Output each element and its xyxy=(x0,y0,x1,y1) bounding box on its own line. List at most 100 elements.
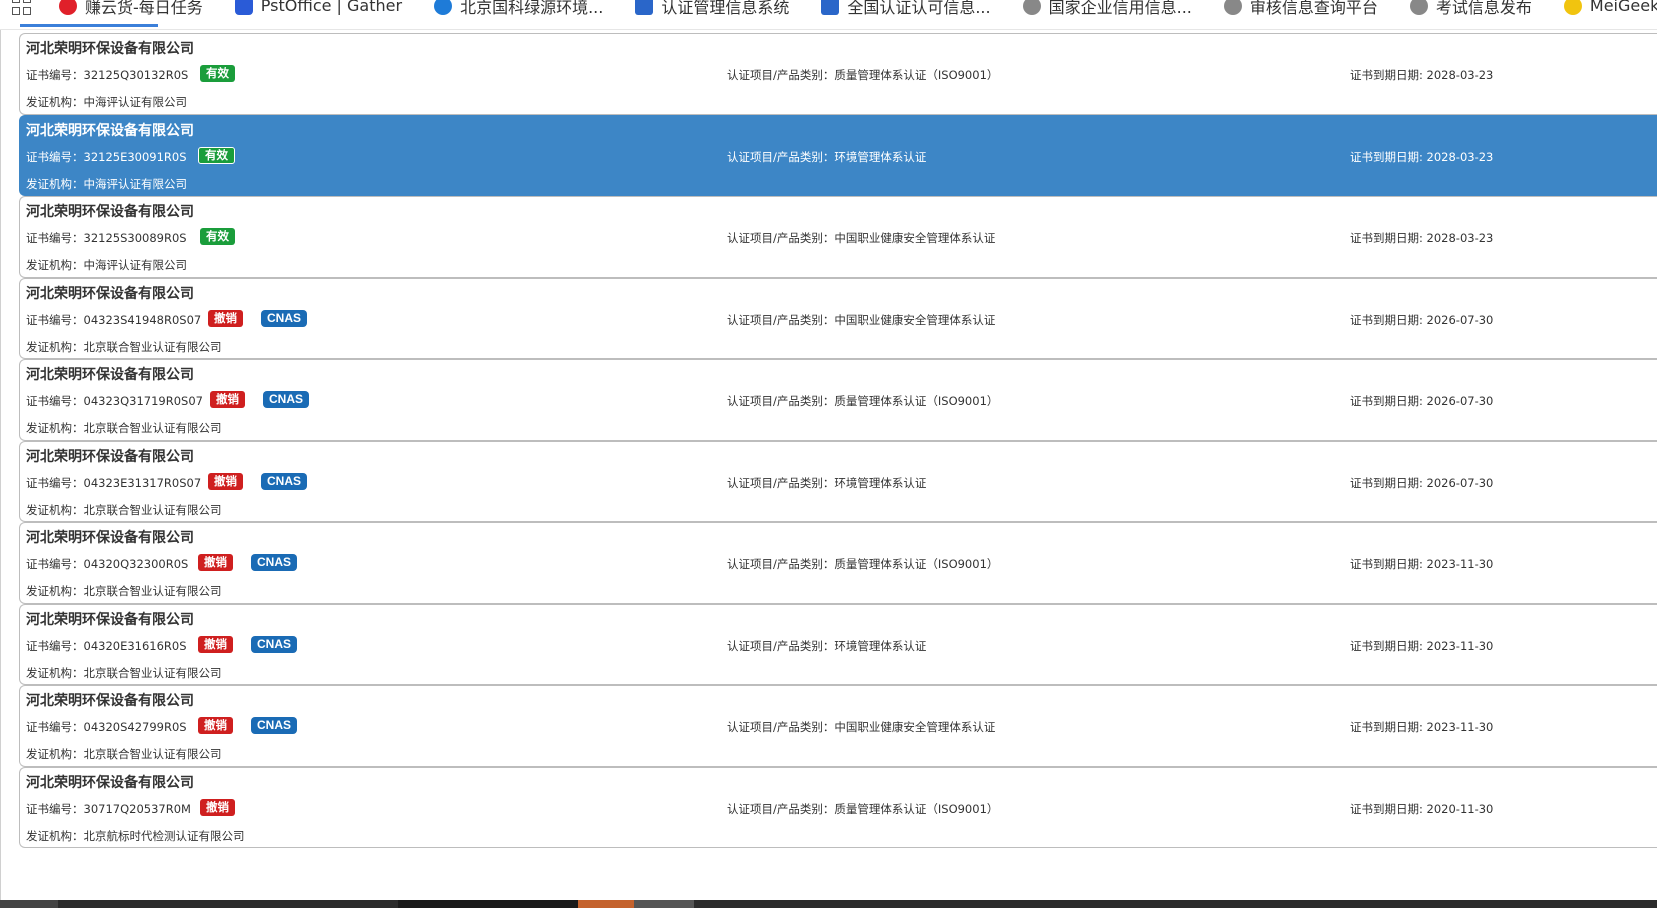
bookmark-label: 考试信息发布 xyxy=(1435,0,1532,17)
certificate-card[interactable]: 河北荣明环保设备有限公司 证书编号：04320E31616R0S 撤销 CNAS 认证项… xyxy=(19,603,1657,685)
taskbar xyxy=(0,900,1657,908)
certificate-number: 证书编号：04320Q32300R0S xyxy=(26,557,189,571)
certificate-card[interactable]: 河北荣明环保设备有限公司 证书编号：32125E30091R0S 有效 认证项目/产品… xyxy=(19,114,1657,196)
cnas-badge: CNAS xyxy=(261,309,308,327)
globe-icon xyxy=(1409,0,1428,15)
company-name: 河北荣明环保设备有限公司 xyxy=(26,122,194,139)
badge-group: 有效 xyxy=(198,146,235,164)
certificate-list: 河北荣明环保设备有限公司 证书编号：32125Q30132R0S 有效 认证项目/产品… xyxy=(19,33,1657,848)
certification-category: 认证项目/产品类别：环境管理体系认证 xyxy=(727,638,927,653)
expiry-date: 证书到期日期: 2028-03-23 xyxy=(1350,68,1494,82)
certification-category: 认证项目/产品类别：质量管理体系认证（ISO9001） xyxy=(727,557,999,571)
bookmark-item[interactable]: 审核信息查询平台 xyxy=(1223,0,1378,18)
badge-group: 撤销 CNAS xyxy=(210,391,310,408)
certification-category: 认证项目/产品类别：中国职业健康安全管理体系认证 xyxy=(727,231,996,245)
certificate-card[interactable]: 河北荣明环保设备有限公司 证书编号：04323E31317R0S07 撤销 CNAS 认… xyxy=(19,440,1657,522)
blue-app-icon xyxy=(234,0,253,15)
certificate-card[interactable]: 河北荣明环保设备有限公司 证书编号：04323Q31719R0S07 撤销 CNAS 认… xyxy=(19,359,1657,441)
badge-group: 有效 xyxy=(200,228,235,245)
cert-system-icon xyxy=(635,0,654,15)
certificate-card[interactable]: 河北荣明环保设备有限公司 证书编号：32125S30089R0S 有效 认证项目/产品… xyxy=(19,196,1657,278)
status-badge: 撤销 xyxy=(208,309,243,327)
expiry-date: 证书到期日期: 2023-11-30 xyxy=(1350,720,1494,734)
expiry-date: 证书到期日期: 2023-11-30 xyxy=(1350,557,1494,571)
certificate-card[interactable]: 河北荣明环保设备有限公司 证书编号：30717Q20537R0M 撤销 认证项目/产品… xyxy=(19,766,1657,848)
issuing-body: 发证机构：北京联合智业认证有限公司 xyxy=(26,502,222,517)
certificate-number: 证书编号：04323E31317R0S07 xyxy=(26,475,202,490)
certification-category: 认证项目/产品类别：质量管理体系认证（ISO9001） xyxy=(727,394,999,408)
company-name: 河北荣明环保设备有限公司 xyxy=(26,693,194,709)
bookmark-label: 北京国科绿源环境... xyxy=(460,0,604,17)
expiry-date: 证书到期日期: 2026-07-30 xyxy=(1350,312,1494,327)
company-name: 河北荣明环保设备有限公司 xyxy=(26,204,194,220)
bookmark-label: 审核信息查询平台 xyxy=(1249,0,1378,17)
company-name: 河北荣明环保设备有限公司 xyxy=(26,448,194,465)
certificate-card[interactable]: 河北荣明环保设备有限公司 证书编号：04320Q32300R0S 撤销 CNAS 认证项… xyxy=(19,522,1657,604)
status-badge: 有效 xyxy=(200,228,235,245)
issuing-body: 发证机构：北京联合智业认证有限公司 xyxy=(26,665,222,680)
certification-category: 认证项目/产品类别：环境管理体系认证 xyxy=(727,149,927,164)
certificate-number: 证书编号：04320S42799R0S xyxy=(26,720,187,734)
badge-group: 撤销 CNAS xyxy=(208,309,308,327)
bookmark-item[interactable]: 全国认证认可信息... xyxy=(821,0,991,18)
expiry-date: 证书到期日期: 2026-07-30 xyxy=(1350,475,1494,490)
status-badge: 撤销 xyxy=(198,717,233,734)
cnas-badge: CNAS xyxy=(251,717,298,734)
bookmark-item[interactable]: PstOffice | Gather xyxy=(234,0,402,15)
expiry-date: 证书到期日期: 2028-03-23 xyxy=(1350,149,1494,164)
certificate-number: 证书编号：04323S41948R0S07 xyxy=(26,312,202,327)
certificate-card[interactable]: 河北荣明环保设备有限公司 证书编号：32125Q30132R0S 有效 认证项目/产品… xyxy=(19,33,1657,115)
bookmark-label: 赚云货-每日任务 xyxy=(85,0,203,17)
globe-icon xyxy=(1223,0,1242,15)
badge-group: 撤销 CNAS xyxy=(198,635,298,653)
issuing-body: 发证机构：北京联合智业认证有限公司 xyxy=(26,339,222,354)
certification-category: 认证项目/产品类别：中国职业健康安全管理体系认证 xyxy=(727,720,996,734)
red-target-icon xyxy=(59,0,77,15)
status-badge: 有效 xyxy=(198,146,235,164)
certificate-number: 证书编号：32125S30089R0S xyxy=(26,231,187,245)
company-name: 河北荣明环保设备有限公司 xyxy=(26,367,194,383)
bookmark-label: 认证管理信息系统 xyxy=(661,0,790,17)
badge-group: 撤销 CNAS xyxy=(198,554,298,571)
status-badge: 撤销 xyxy=(208,472,243,490)
bookmark-label: 全国认证认可信息... xyxy=(847,0,991,17)
status-badge: 撤销 xyxy=(200,798,235,816)
certification-category: 认证项目/产品类别：环境管理体系认证 xyxy=(727,475,927,490)
status-badge: 撤销 xyxy=(210,391,245,408)
apps-grid-icon[interactable] xyxy=(12,0,31,17)
company-name: 河北荣明环保设备有限公司 xyxy=(26,611,194,628)
cnas-badge: CNAS xyxy=(263,391,310,408)
issuing-body: 发证机构：北京联合智业认证有限公司 xyxy=(26,747,222,761)
issuing-body: 发证机构：中海评认证有限公司 xyxy=(26,258,187,272)
certificate-card[interactable]: 河北荣明环保设备有限公司 证书编号：04320S42799R0S 撤销 CNAS 认证项… xyxy=(19,685,1657,767)
cnas-badge: CNAS xyxy=(251,554,298,571)
active-tab-indicator xyxy=(20,24,158,27)
swirl-icon xyxy=(434,0,453,15)
certificate-number: 证书编号：04320E31616R0S xyxy=(26,638,187,653)
expiry-date: 证书到期日期: 2023-11-30 xyxy=(1350,638,1494,653)
issuing-body: 发证机构：北京联合智业认证有限公司 xyxy=(26,584,222,598)
bookmark-item[interactable]: 赚云货-每日任务 xyxy=(59,0,203,18)
bookmark-item[interactable]: 考试信息发布 xyxy=(1409,0,1532,18)
certificate-number: 证书编号：04323Q31719R0S07 xyxy=(26,394,203,408)
certificate-number: 证书编号：30717Q20537R0M xyxy=(26,801,191,816)
expiry-date: 证书到期日期: 2026-07-30 xyxy=(1350,394,1494,408)
bookmark-item[interactable]: MeiGeek Hive xyxy=(1563,0,1657,15)
bookmark-item[interactable]: 认证管理信息系统 xyxy=(635,0,789,18)
yellow-icon xyxy=(1563,0,1582,15)
certificate-number: 证书编号：32125E30091R0S xyxy=(26,149,187,164)
bookmark-item[interactable]: 国家企业信用信息... xyxy=(1022,0,1192,18)
certification-category: 认证项目/产品类别：中国职业健康安全管理体系认证 xyxy=(727,312,996,327)
bookmark-label: 国家企业信用信息... xyxy=(1048,0,1192,17)
bookmark-item[interactable]: 北京国科绿源环境... xyxy=(434,0,603,18)
globe-icon xyxy=(1022,0,1041,15)
certification-category: 认证项目/产品类别：质量管理体系认证（ISO9001） xyxy=(727,801,999,816)
badge-group: 有效 xyxy=(200,65,235,82)
bookmark-label: MeiGeek Hive xyxy=(1589,0,1657,15)
certificate-card[interactable]: 河北荣明环保设备有限公司 证书编号：04323S41948R0S07 撤销 CNAS 认… xyxy=(19,277,1657,359)
certificate-number: 证书编号：32125Q30132R0S xyxy=(26,68,189,82)
cert-square-icon xyxy=(821,0,840,15)
badge-group: 撤销 CNAS xyxy=(208,472,308,490)
issuing-body: 发证机构：中海评认证有限公司 xyxy=(26,95,187,109)
status-badge: 有效 xyxy=(200,65,235,82)
